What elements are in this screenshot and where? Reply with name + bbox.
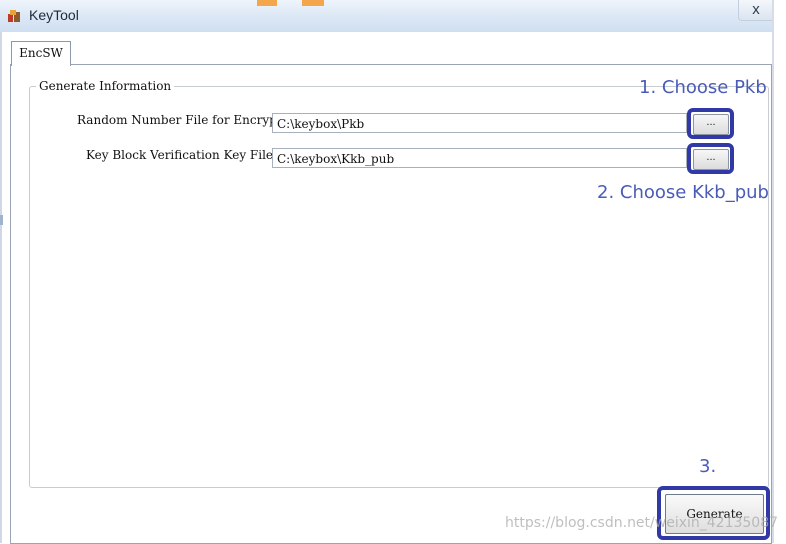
annotation-step2: 2. Choose Kkb_pub — [597, 182, 769, 203]
random-number-file-label: Random Number File for Encrypt: — [77, 113, 286, 127]
window-title: KeyTool — [29, 7, 79, 23]
highlight-box-step1 — [687, 108, 734, 139]
tab-encsw[interactable]: EncSW — [11, 41, 71, 66]
watermark-text: https://blog.csdn.net/weixin_42135087 — [505, 515, 779, 531]
verification-key-file-field[interactable]: C:\keybox\Kkb_pub — [272, 148, 687, 168]
window-border — [772, 0, 774, 543]
close-button[interactable]: x — [738, 0, 773, 21]
keytool-app-icon — [8, 10, 20, 22]
window-border — [0, 32, 2, 543]
window-title-bar[interactable]: KeyTool x — [0, 0, 773, 33]
annotation-step3: 3. — [699, 456, 717, 477]
decor-strip — [257, 0, 277, 6]
generate-information-group — [29, 86, 769, 488]
annotation-step1: 1. Choose Pkb — [639, 77, 767, 98]
highlight-box-step3 — [657, 486, 770, 540]
highlight-box-step2 — [687, 143, 734, 174]
random-number-file-field[interactable]: C:\keybox\Pkb — [272, 113, 687, 133]
verification-key-file-label: Key Block Verification Key File: — [86, 148, 278, 162]
tab-label: EncSW — [19, 46, 63, 60]
decor-strip — [302, 0, 324, 6]
group-title: Generate Information — [36, 79, 175, 93]
close-icon: x — [752, 1, 760, 18]
background-artifact — [0, 215, 3, 225]
